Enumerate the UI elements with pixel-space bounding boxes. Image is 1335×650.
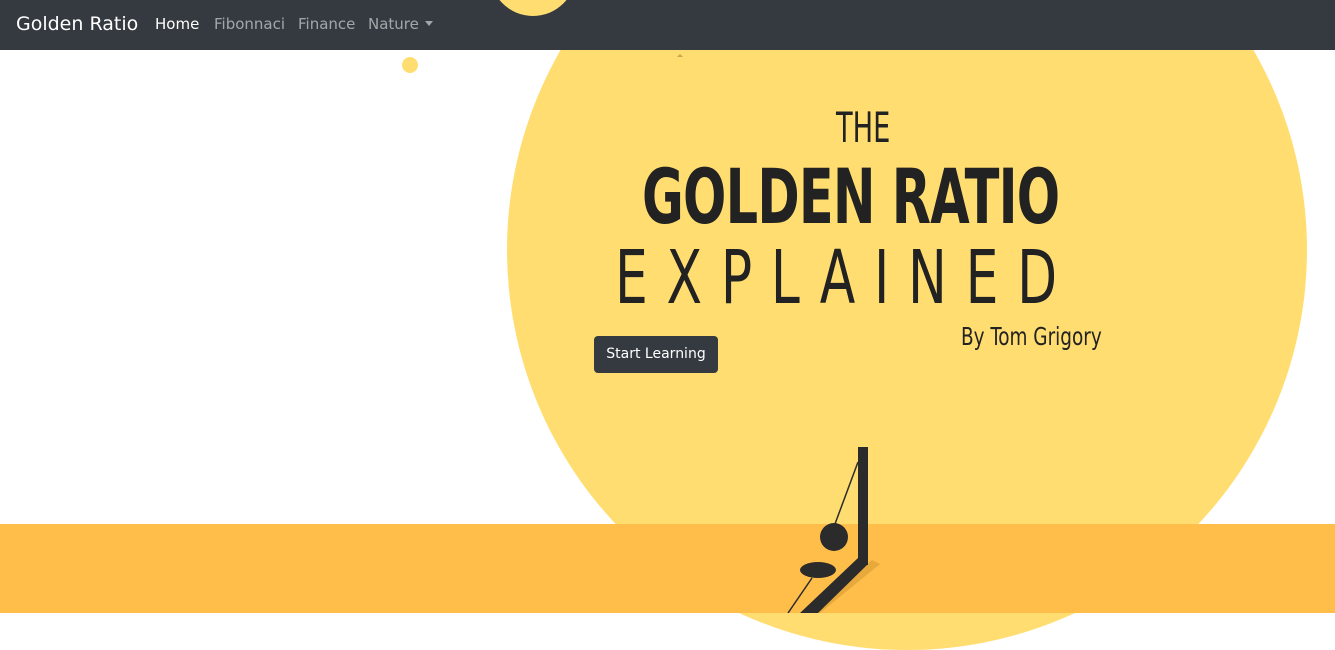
triangle-decoration (677, 54, 683, 57)
disk-shadow (800, 562, 836, 578)
dropdown-caret-icon (424, 21, 433, 26)
ground-band (0, 524, 1335, 613)
hero-title-golden-ratio: GOLDEN RATIO (642, 152, 1060, 241)
top-navbar: Golden Ratio Home Fibonnaci Finance Natu… (0, 0, 1335, 50)
pole (858, 447, 868, 565)
hero-byline: By Tom Grigory (961, 322, 1102, 351)
start-learning-button[interactable]: Start Learning (594, 336, 718, 373)
nav-link-nature-label: Nature (368, 15, 419, 33)
nav-link-nature[interactable]: Nature (368, 14, 433, 34)
pendulum-string (831, 461, 859, 533)
pendulum-ball (820, 523, 848, 551)
small-dot-decoration (402, 57, 418, 73)
navbar-brand[interactable]: Golden Ratio (16, 11, 138, 37)
pendulum-illustration (787, 447, 880, 613)
nav-link-finance[interactable]: Finance (298, 14, 355, 34)
nav-link-home[interactable]: Home (155, 14, 199, 34)
hero-title-the: THE (836, 103, 891, 152)
nav-link-fibonnaci[interactable]: Fibonnaci (214, 14, 285, 34)
hero-title-explained: EXPLAINED (615, 235, 1076, 321)
